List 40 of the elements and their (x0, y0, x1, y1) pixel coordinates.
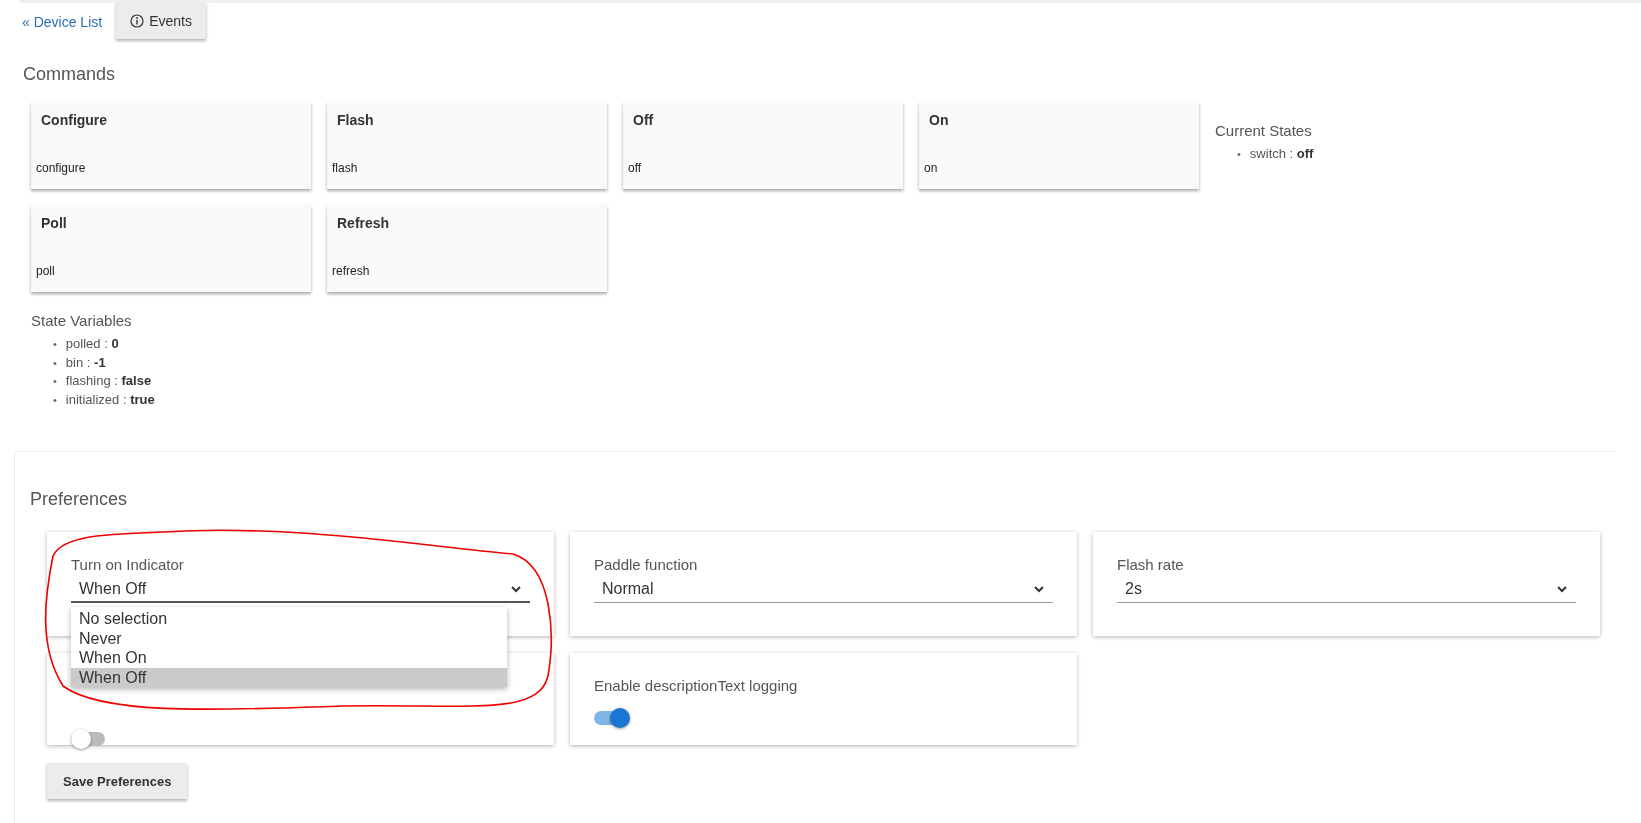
dropdown-option[interactable]: No selection (71, 609, 507, 629)
list-bullet: • (53, 355, 57, 371)
chevron-down-icon (1556, 585, 1568, 593)
toggle-label: Enable descriptionText logging (594, 677, 799, 694)
toggle-switch[interactable] (71, 727, 107, 747)
command-card[interactable]: Off off (623, 102, 903, 189)
dropdown-option[interactable]: When Off (71, 667, 507, 687)
state-item: switch : off (1249, 145, 1314, 163)
list-bullet: • (1237, 147, 1241, 162)
field-label: Flash rate (1117, 556, 1185, 573)
section-heading: State Variables (31, 312, 133, 329)
dropdown-option[interactable]: When On (71, 648, 507, 668)
section-heading: Current States (1215, 122, 1313, 139)
variable-item: flashing : false (65, 372, 152, 390)
section-heading: Preferences (30, 489, 129, 510)
list-bullet: • (53, 337, 57, 352)
variable-item: bin : -1 (65, 353, 106, 372)
info-icon (130, 13, 145, 28)
command-card[interactable]: On on (919, 102, 1199, 189)
command-card[interactable]: Poll poll (31, 205, 311, 292)
back-link[interactable]: « Device List (22, 14, 103, 30)
events-button[interactable]: Events (116, 2, 206, 39)
variable-item: polled : 0 (65, 335, 119, 353)
command-card[interactable]: Flash flash (327, 102, 607, 189)
toggle-switch[interactable] (594, 706, 630, 726)
command-card[interactable]: Refresh refresh (327, 205, 607, 292)
field-label: Turn on Indicator (71, 556, 185, 573)
select-dropdown[interactable]: Normal (594, 577, 1053, 603)
select-dropdown[interactable]: 2s (1117, 577, 1576, 603)
chevron-down-icon (510, 585, 522, 593)
dropdown-option[interactable]: Never (71, 628, 507, 648)
variable-item: initialized : true (65, 390, 155, 409)
section-heading: Commands (23, 64, 117, 85)
list-bullet: • (53, 392, 57, 408)
field-label: Paddle function (594, 556, 699, 573)
chevron-down-icon (1033, 585, 1045, 593)
save-preferences-button[interactable]: Save Preferences (47, 763, 188, 799)
select-dropdown[interactable]: When Off (71, 577, 530, 603)
command-card[interactable]: Configure configure (31, 102, 311, 189)
list-bullet: • (53, 374, 57, 389)
